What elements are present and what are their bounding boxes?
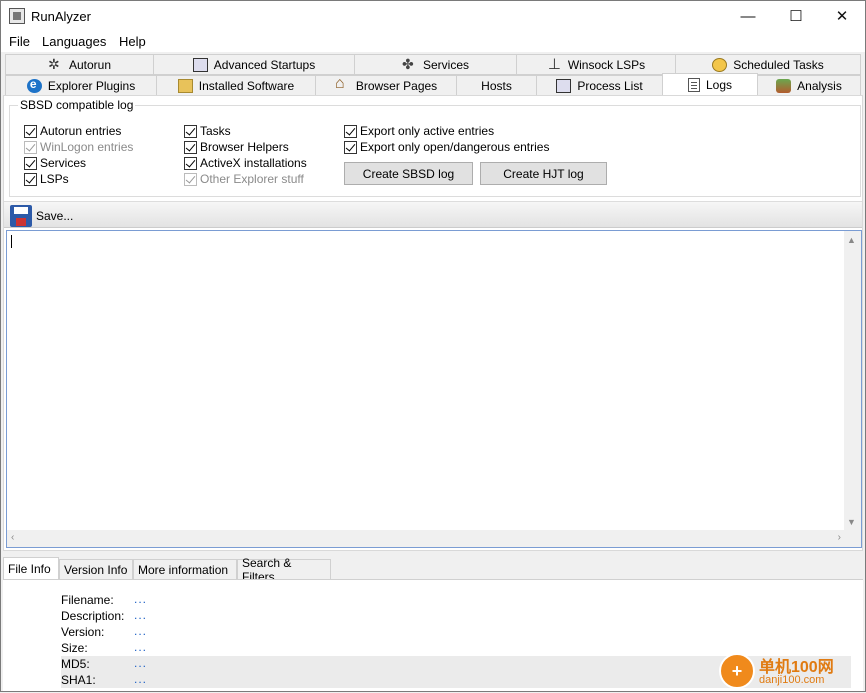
app-icon	[9, 8, 25, 24]
tab-logs[interactable]: Logs	[662, 73, 758, 96]
maximize-button[interactable]: ☐	[773, 1, 819, 31]
scroll-left-icon[interactable]: ‹	[11, 532, 14, 543]
create-hjt-log-button[interactable]: Create HJT log	[480, 162, 607, 185]
log-output-textarea[interactable]: ▲ ▼ ‹ ›	[6, 230, 862, 548]
tab-browser-pages[interactable]: Browser Pages	[315, 75, 457, 96]
menu-languages[interactable]: Languages	[42, 34, 106, 49]
minimize-button[interactable]: —	[725, 1, 771, 31]
package-icon	[177, 78, 193, 93]
tab-search-filters[interactable]: Search & Filters	[237, 556, 331, 584]
tab-scheduled-tasks[interactable]: Scheduled Tasks	[675, 54, 861, 75]
tab-hosts[interactable]: Hosts	[456, 75, 537, 96]
checkbox-box[interactable]	[344, 124, 357, 138]
tab-winsock-lsps[interactable]: Winsock LSPs	[516, 54, 676, 75]
monitor-icon	[556, 78, 572, 93]
main-window: RunAlyzer — ☐ ✕ File Languages Help Auto…	[0, 0, 866, 692]
tab-autorun[interactable]: Autorun	[5, 54, 154, 75]
puzzle-icon	[402, 56, 417, 73]
window-title: RunAlyzer	[31, 9, 91, 24]
tab-analysis[interactable]: Analysis	[757, 75, 861, 96]
save-button[interactable]: Save...	[36, 209, 73, 223]
checkbox-box	[24, 140, 37, 154]
info-row-version: Version:...	[61, 624, 148, 639]
checkbox-box[interactable]	[184, 124, 197, 138]
house-icon	[335, 75, 350, 93]
create-sbsd-log-button[interactable]: Create SBSD log	[344, 162, 473, 185]
bottle-icon	[776, 78, 792, 93]
group-title: SBSD compatible log	[18, 98, 136, 112]
tab-services[interactable]: Services	[354, 54, 517, 75]
save-toolbar: Save...	[4, 201, 862, 228]
title-bar[interactable]: RunAlyzer — ☐ ✕	[1, 1, 865, 31]
tab-process-list[interactable]: Process List	[536, 75, 663, 96]
logs-panel: SBSD compatible log Autorun entries WinL…	[3, 95, 863, 551]
checkbox-other-explorer-stuff: Other Explorer stuff	[184, 172, 304, 186]
tab-advanced-startups[interactable]: Advanced Startups	[153, 54, 355, 75]
scroll-down-icon[interactable]: ▼	[847, 517, 856, 527]
ie-icon	[26, 77, 42, 93]
checkbox-box[interactable]	[184, 140, 197, 154]
floppy-disk-icon[interactable]	[10, 205, 32, 227]
tab-version-info[interactable]: Version Info	[59, 559, 133, 580]
tab-row-top: Autorun Advanced Startups Services Winso…	[1, 54, 865, 75]
monitor-icon	[192, 57, 208, 72]
checkbox-browser-helpers[interactable]: Browser Helpers	[184, 140, 289, 154]
menu-bar: File Languages Help	[1, 31, 865, 52]
document-icon	[687, 77, 700, 92]
checkbox-export-dangerous[interactable]: Export only open/dangerous entries	[344, 140, 549, 154]
horizontal-scrollbar[interactable]: ‹ ›	[7, 530, 845, 547]
menu-help[interactable]: Help	[119, 34, 146, 49]
scroll-right-icon[interactable]: ›	[838, 532, 841, 543]
watermark-logo: + 单机100网 danji100.com	[717, 651, 866, 693]
text-caret	[11, 235, 12, 248]
checkbox-box[interactable]	[344, 140, 357, 154]
sbsd-log-group: SBSD compatible log Autorun entries WinL…	[9, 98, 861, 197]
tab-file-info[interactable]: File Info	[3, 557, 59, 580]
checkbox-autorun-entries[interactable]: Autorun entries	[24, 124, 121, 138]
menu-file[interactable]: File	[9, 34, 30, 49]
checkbox-winlogon-entries: WinLogon entries	[24, 140, 133, 154]
info-row-description: Description:...	[61, 608, 148, 623]
close-button[interactable]: ✕	[819, 1, 865, 31]
checkbox-box[interactable]	[24, 124, 37, 138]
scroll-up-icon[interactable]: ▲	[847, 235, 856, 245]
checkbox-box[interactable]	[24, 172, 37, 186]
tab-more-information[interactable]: More information	[133, 559, 237, 580]
network-icon	[547, 55, 562, 73]
watermark-url: danji100.com	[759, 674, 825, 686]
checkbox-box[interactable]	[24, 156, 37, 170]
gear-icon	[48, 56, 63, 73]
vertical-scrollbar[interactable]: ▲ ▼	[844, 231, 861, 547]
tab-installed-software[interactable]: Installed Software	[156, 75, 316, 96]
checkbox-activex-installations[interactable]: ActiveX installations	[184, 156, 307, 170]
checkbox-box	[184, 172, 197, 186]
tab-explorer-plugins[interactable]: Explorer Plugins	[5, 75, 157, 96]
checkbox-lsps[interactable]: LSPs	[24, 172, 69, 186]
checkbox-tasks[interactable]: Tasks	[184, 124, 231, 138]
tab-row-bottom: Explorer Plugins Installed Software Brow…	[1, 73, 865, 96]
checkbox-export-active[interactable]: Export only active entries	[344, 124, 494, 138]
plus-icon: +	[719, 653, 755, 689]
checkbox-box[interactable]	[184, 156, 197, 170]
clock-icon	[712, 57, 728, 72]
info-row-filename: Filename:...	[61, 592, 148, 607]
checkbox-services[interactable]: Services	[24, 156, 86, 170]
